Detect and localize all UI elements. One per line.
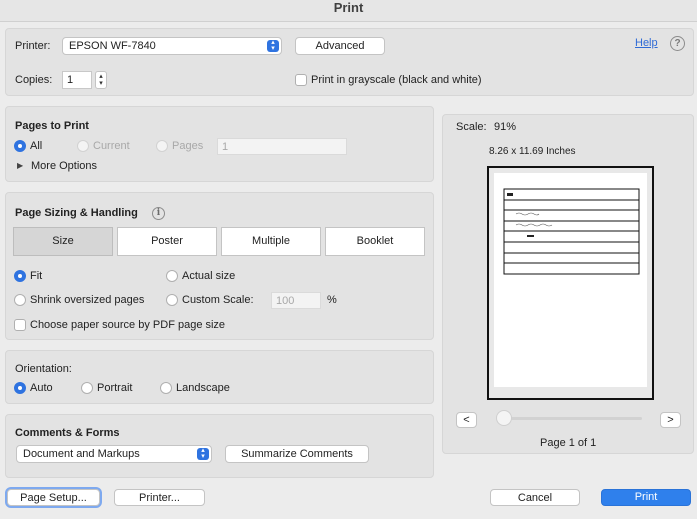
printer-select[interactable]: EPSON WF-7840 ▴ ▾ [62,37,282,55]
fit-radio[interactable] [14,270,26,282]
custom-scale-radio[interactable] [166,294,178,306]
stepper-arrows-icon: ▴ ▾ [99,73,103,87]
pages-current-radio[interactable] [77,140,89,152]
help-link[interactable]: Help [635,37,658,49]
copies-label: Copies: [15,74,53,86]
shrink-label: Shrink oversized pages [30,294,145,306]
page-slider-thumb[interactable] [496,410,512,426]
print-button[interactable]: Print [601,489,691,506]
prev-page-button[interactable]: < [456,412,477,428]
fit-label: Fit [30,270,43,282]
tab-multiple[interactable]: Multiple [221,227,321,256]
pages-all-label: All [30,140,43,152]
paper-dimensions: 8.26 x 11.69 Inches [489,146,576,157]
comments-title: Comments & Forms [15,427,120,439]
window-title: Print [333,0,364,15]
cancel-button[interactable]: Cancel [490,489,580,506]
copies-stepper[interactable]: ▴ ▾ [95,71,107,89]
page-setup-button[interactable]: Page Setup... [7,489,100,506]
scale-value: 91% [494,121,517,133]
pages-to-print-title: Pages to Print [15,120,89,132]
printer-select-value: EPSON WF-7840 [69,40,156,52]
paper-source-checkbox[interactable] [14,319,26,331]
orientation-panel [5,350,434,404]
orientation-portrait-label: Portrait [97,382,133,394]
scale-label: Scale: [456,121,487,133]
orientation-portrait-radio[interactable] [81,382,93,394]
summarize-comments-button[interactable]: Summarize Comments [225,445,369,463]
page-preview [487,166,654,400]
orientation-landscape-label: Landscape [176,382,230,394]
actual-size-radio[interactable] [166,270,178,282]
advanced-button[interactable]: Advanced [295,37,385,55]
printer-label: Printer: [15,40,51,52]
grayscale-label: Print in grayscale (black and white) [311,74,482,86]
tab-booklet[interactable]: Booklet [325,227,425,256]
pages-range-input[interactable]: 1 [217,138,347,155]
pages-range-radio[interactable] [156,140,168,152]
more-options-toggle[interactable]: More Options [31,160,97,172]
info-icon[interactable]: i [152,207,165,220]
comments-select[interactable]: Document and Markups ▴ ▾ [16,445,212,463]
actual-size-label: Actual size [182,270,236,282]
shrink-radio[interactable] [14,294,26,306]
page-preview-content [503,188,640,275]
pages-range-label: Pages [172,140,204,152]
orientation-auto-label: Auto [30,382,53,394]
pages-all-radio[interactable] [14,140,26,152]
disclosure-triangle-icon[interactable]: ▶ [17,161,23,170]
pages-current-label: Current [93,140,130,152]
custom-scale-input[interactable]: 100 [271,292,321,309]
percent-label: % [327,294,337,306]
printer-setup-button[interactable]: Printer... [114,489,205,506]
tab-size[interactable]: Size [13,227,113,256]
orientation-auto-radio[interactable] [14,382,26,394]
tab-poster[interactable]: Poster [117,227,217,256]
select-arrows-icon: ▴ ▾ [197,447,209,460]
page-preview-paper [494,173,647,387]
custom-scale-label: Custom Scale: [182,294,254,306]
orientation-landscape-radio[interactable] [160,382,172,394]
paper-source-label: Choose paper source by PDF page size [30,319,226,331]
select-arrows-icon: ▴ ▾ [267,39,279,52]
comments-select-value: Document and Markups [23,448,140,460]
window-titlebar: Print [0,0,697,22]
next-page-button[interactable]: > [660,412,681,428]
page-sizing-title: Page Sizing & Handling [15,207,138,219]
page-indicator: Page 1 of 1 [540,437,597,449]
grayscale-checkbox[interactable] [295,74,307,86]
orientation-title: Orientation: [15,363,72,375]
page-slider-track[interactable] [500,417,642,420]
help-icon[interactable]: ? [670,36,685,51]
copies-input[interactable]: 1 [62,71,92,89]
